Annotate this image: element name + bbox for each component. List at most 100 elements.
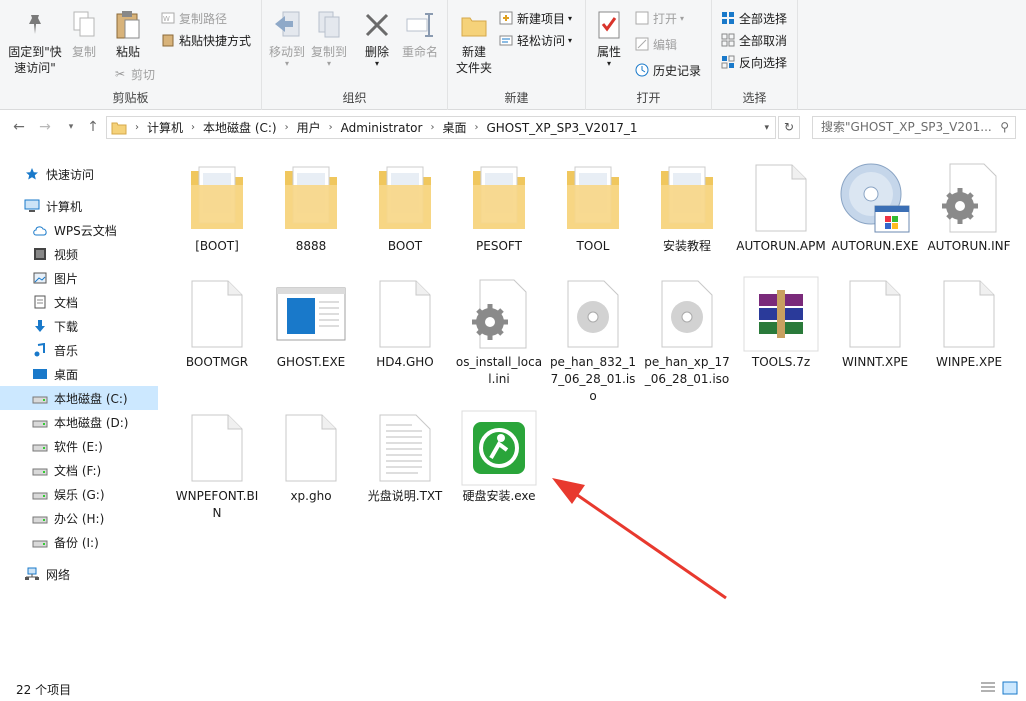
- iso-file-icon: [640, 274, 734, 354]
- file-file-icon: [264, 408, 358, 488]
- file-item[interactable]: TOOL: [546, 158, 640, 255]
- address-bar[interactable]: › 计算机 › 本地磁盘 (C:) › 用户 › Administrator ›…: [106, 116, 776, 139]
- breadcrumb-ghost-folder[interactable]: GHOST_XP_SP3_V2017_1: [486, 121, 637, 135]
- open-label: 打开: [653, 11, 678, 26]
- back-button[interactable]: ←: [10, 118, 28, 136]
- nav-item-0[interactable]: 快速访问: [0, 162, 158, 186]
- file-item[interactable]: AUTORUN.EXE: [828, 158, 922, 255]
- file-item[interactable]: PESOFT: [452, 158, 546, 255]
- paste-shortcut-label: 粘贴快捷方式: [179, 33, 252, 48]
- file-item[interactable]: WINPE.XPE: [922, 274, 1016, 371]
- refresh-button[interactable]: ↻: [778, 116, 800, 139]
- nav-item-5[interactable]: 文档: [0, 290, 158, 314]
- breadcrumb-administrator[interactable]: Administrator: [341, 121, 423, 135]
- history-button[interactable]: 历史记录: [634, 60, 701, 80]
- cd-exe-file-icon: [828, 158, 922, 238]
- up-button[interactable]: ↑: [84, 118, 102, 136]
- nav-item-2[interactable]: WPS云文档: [0, 218, 158, 242]
- file-item[interactable]: pe_han_xp_17_06_28_01.iso: [640, 274, 734, 388]
- nav-item-3[interactable]: 视频: [0, 242, 158, 266]
- file-item[interactable]: 光盘说明.TXT: [358, 408, 452, 505]
- file-item[interactable]: xp.gho: [264, 408, 358, 505]
- status-bar: 22 个项目: [0, 676, 1026, 701]
- file-item[interactable]: BOOTMGR: [170, 274, 264, 371]
- details-view-button[interactable]: [980, 681, 996, 695]
- file-item[interactable]: os_install_local.ini: [452, 274, 546, 388]
- file-item[interactable]: GHOST.EXE: [264, 274, 358, 371]
- file-item[interactable]: 安装教程: [640, 158, 734, 255]
- cut-button[interactable]: ✂ 剪切: [112, 64, 155, 84]
- organize-group: 移动到 ▾ 复制到 ▾ 删除 ▾ 重命名 组织: [262, 0, 448, 110]
- nav-item-12[interactable]: 文档 (F:): [0, 458, 158, 482]
- edit-button[interactable]: 编辑: [634, 34, 677, 54]
- select-group: 全部选择 全部取消 反向选择 选择: [712, 0, 798, 110]
- rename-button[interactable]: 重命名: [398, 8, 442, 60]
- file-file-icon: [734, 158, 828, 238]
- recent-locations-button[interactable]: ▾: [62, 118, 80, 136]
- forward-button[interactable]: →: [36, 118, 54, 136]
- select-all-button[interactable]: 全部选择: [720, 8, 787, 28]
- breadcrumb-users[interactable]: 用户: [297, 119, 321, 136]
- new-folder-button[interactable]: 新建 文件夹: [454, 8, 494, 76]
- drive-icon: [32, 390, 48, 406]
- navigation-pane: 快速访问计算机 WPS云文档 视频 图片 文档 下载 音乐 桌面 本地磁盘 (C:) 本地磁盘 (…: [0, 150, 158, 675]
- nav-item-14[interactable]: 办公 (H:): [0, 506, 158, 530]
- large-icons-view-button[interactable]: [1002, 681, 1018, 695]
- nav-item-label: 办公 (H:): [54, 511, 105, 526]
- address-dropdown-icon[interactable]: ▾: [764, 123, 769, 133]
- file-item[interactable]: WNPEFONT.BIN: [170, 408, 264, 522]
- easy-access-button[interactable]: 轻松访问 ▾: [498, 30, 572, 50]
- nav-item-8[interactable]: 桌面: [0, 362, 158, 386]
- paste-button[interactable]: 粘贴: [108, 8, 148, 60]
- pin-quick-access-button[interactable]: 固定到"快速访问": [4, 8, 66, 76]
- copy-to-button[interactable]: 复制到 ▾: [310, 8, 348, 68]
- select-none-icon: [720, 32, 736, 48]
- nav-item-label: 软件 (E:): [54, 439, 103, 454]
- nav-item-10[interactable]: 本地磁盘 (D:): [0, 410, 158, 434]
- file-item[interactable]: HD4.GHO: [358, 274, 452, 371]
- nav-item-9[interactable]: 本地磁盘 (C:): [0, 386, 158, 410]
- file-item[interactable]: 8888: [264, 158, 358, 255]
- breadcrumb-computer[interactable]: 计算机: [147, 119, 183, 136]
- search-input[interactable]: 搜索"GHOST_XP_SP3_V201... ⚲: [812, 116, 1016, 139]
- file-item[interactable]: TOOLS.7z: [734, 274, 828, 371]
- nav-item-1[interactable]: 计算机: [0, 194, 158, 218]
- back-arrow-icon: ←: [13, 119, 25, 135]
- new-item-button[interactable]: 新建项目 ▾: [498, 8, 572, 28]
- move-to-button[interactable]: 移动到 ▾: [268, 8, 306, 68]
- nav-item-4[interactable]: 图片: [0, 266, 158, 290]
- easy-access-label: 轻松访问: [517, 33, 566, 48]
- edit-label: 编辑: [653, 37, 678, 52]
- copy-button[interactable]: 复制: [66, 8, 102, 60]
- file-item[interactable]: [BOOT]: [170, 158, 264, 255]
- file-item[interactable]: pe_han_832_17_06_28_01.iso: [546, 274, 640, 405]
- file-item[interactable]: AUTORUN.APM: [734, 158, 828, 255]
- nav-item-15[interactable]: 备份 (I:): [0, 530, 158, 554]
- breadcrumb-drive-c[interactable]: 本地磁盘 (C:): [203, 119, 277, 136]
- open-group: 属性 ▾ 打开 ▾ 编辑 历史记录 打开: [586, 0, 712, 110]
- file-name: HD4.GHO: [376, 355, 434, 369]
- invert-selection-button[interactable]: 反向选择: [720, 52, 787, 72]
- nav-item-13[interactable]: 娱乐 (G:): [0, 482, 158, 506]
- copy-path-button[interactable]: W 复制路径: [160, 8, 227, 28]
- paste-shortcut-button[interactable]: 粘贴快捷方式: [160, 30, 251, 50]
- file-name: 安装教程: [662, 239, 711, 253]
- folder-file-icon: [358, 158, 452, 238]
- nav-item-11[interactable]: 软件 (E:): [0, 434, 158, 458]
- window-exe-file-icon: [264, 274, 358, 354]
- nav-item-6[interactable]: 下载: [0, 314, 158, 338]
- nav-item-7[interactable]: 音乐: [0, 338, 158, 362]
- delete-button[interactable]: 删除 ▾: [360, 8, 394, 68]
- open-button[interactable]: 打开 ▾: [634, 8, 684, 28]
- properties-button[interactable]: 属性 ▾: [594, 8, 624, 68]
- drive-icon: [32, 414, 48, 430]
- select-none-button[interactable]: 全部取消: [720, 30, 787, 50]
- file-item[interactable]: BOOT: [358, 158, 452, 255]
- nav-item-16[interactable]: 网络: [0, 562, 158, 586]
- file-item[interactable]: WINNT.XPE: [828, 274, 922, 371]
- file-item[interactable]: AUTORUN.INF: [922, 158, 1016, 255]
- move-to-icon: [271, 8, 303, 42]
- file-item[interactable]: 硬盘安装.exe: [452, 408, 546, 505]
- file-name: BOOTMGR: [185, 355, 249, 369]
- breadcrumb-desktop[interactable]: 桌面: [442, 119, 466, 136]
